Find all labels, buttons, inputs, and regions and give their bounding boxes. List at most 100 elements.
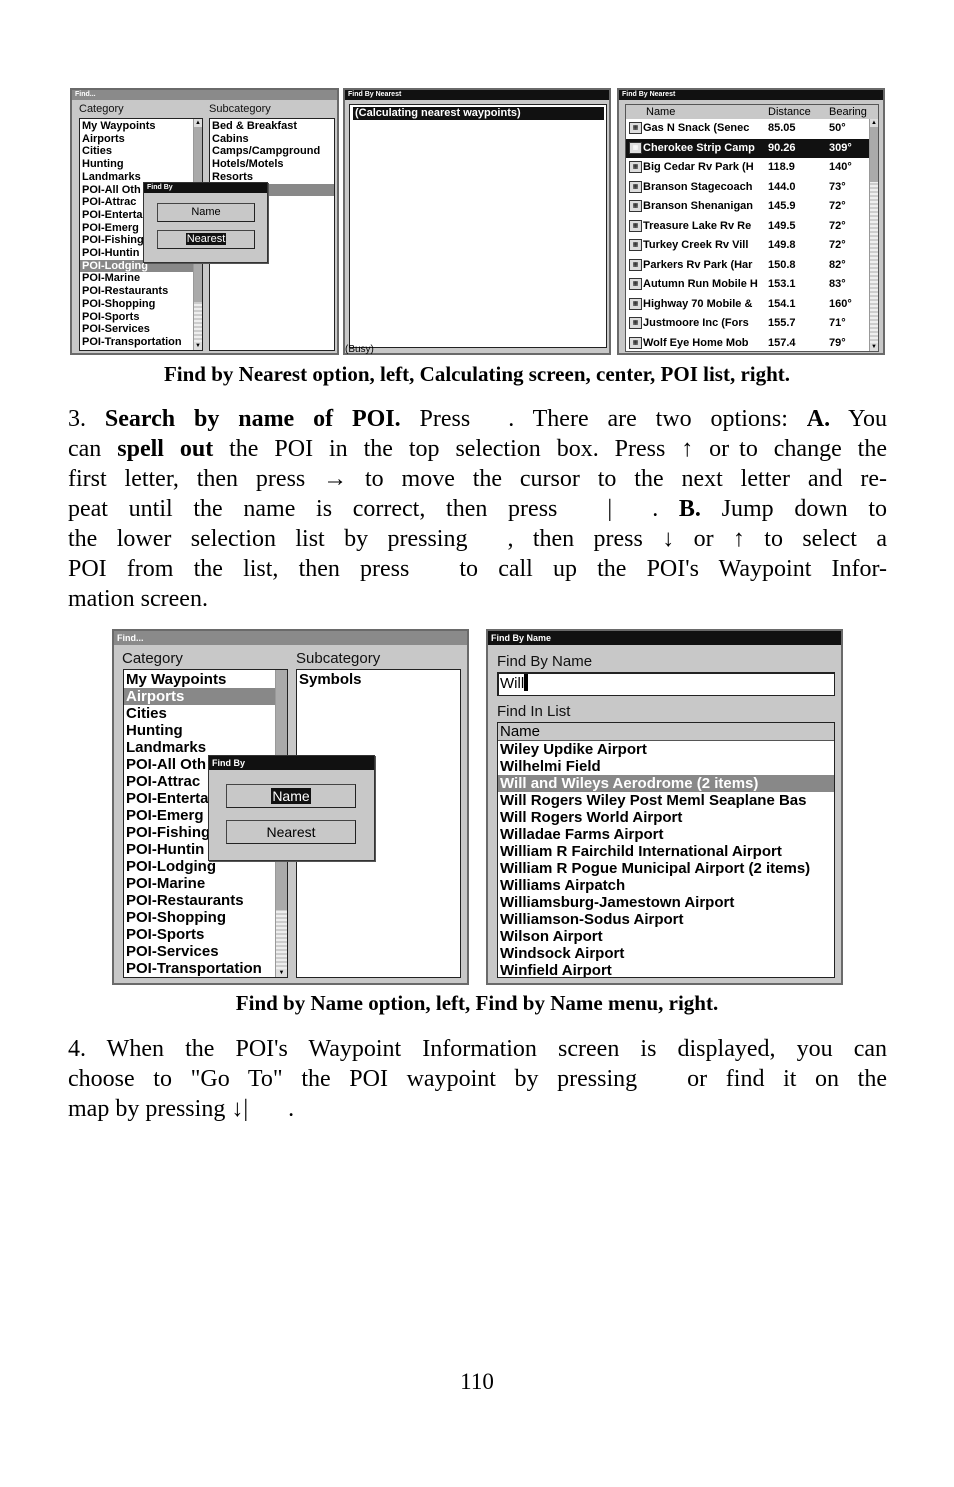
list-item[interactable]: Willadae Farms Airport [498, 826, 834, 843]
table-row[interactable]: ▦ Autumn Run Mobile H 153.1 83° [626, 275, 869, 295]
table-row[interactable]: ▦ Cherokee Strip Camp 90.26 309° [626, 138, 869, 158]
table-header: Name Distance Bearing [626, 105, 878, 119]
list-item[interactable]: Hunting [80, 158, 194, 171]
poi-icon: ▦ [629, 122, 642, 134]
list-item[interactable]: POI-Services [124, 943, 276, 960]
name-list[interactable]: Name Wiley Updike Airport Wilhelmi Field W… [497, 722, 835, 978]
scroll-down-arrow-icon[interactable]: ▼ [870, 343, 878, 351]
category-label: Category [122, 650, 183, 667]
list-item[interactable]: POI-Transportation [80, 336, 194, 349]
list-item[interactable]: Williamson-Sodus Airport [498, 911, 834, 928]
list-item[interactable]: Hotels/Motels [210, 158, 334, 171]
list-item[interactable]: Landmarks [124, 739, 276, 756]
list-item[interactable]: William R Pogue Municipal Airport (2 ite… [498, 860, 834, 877]
poi-bearing: 83° [829, 278, 846, 290]
list-item[interactable]: Wilhelmi Field [498, 758, 834, 775]
name-button[interactable]: Name [226, 784, 356, 808]
list-item[interactable]: Cities [80, 145, 194, 158]
scroll-up-arrow-icon[interactable]: ▲ [194, 119, 202, 127]
table-row[interactable]: ▦ Gas N Snack (Senec 85.05 50° [626, 119, 869, 139]
table-row[interactable]: ▦ Justmoore Inc (Fors 155.7 71° [626, 314, 869, 334]
poi-bearing: 160° [829, 297, 852, 310]
scroll-up-arrow-icon[interactable]: ▲ [870, 119, 878, 127]
scroll-down-arrow-icon[interactable]: ▼ [276, 969, 287, 977]
list-item[interactable]: Hunting [124, 722, 276, 739]
find-by-name-option-screen: Find... Category Subcategory My Waypoint… [112, 629, 469, 985]
table-row[interactable]: ▦ Wolf Eye Home Mob 157.4 79° [626, 334, 869, 352]
list-item[interactable]: POI-Transportation [124, 960, 276, 977]
find-in-list-label: Find In List [497, 703, 571, 720]
title-bar: Find By Name [488, 631, 841, 645]
table-row[interactable]: ▦ Branson Stagecoach 144.0 73° [626, 178, 869, 198]
poi-icon: ▦ [629, 297, 642, 310]
list-item[interactable]: Williamsburg-Jamestown Airport [498, 894, 834, 911]
scroll-down-arrow-icon[interactable]: ▼ [194, 342, 202, 350]
name-input[interactable]: Will [497, 672, 835, 696]
name-input-value: Will [500, 675, 525, 692]
table-row[interactable]: ▦ Parkers Rv Park (Har 150.8 82° [626, 256, 869, 276]
list-item[interactable]: Airports [124, 688, 276, 705]
table-row[interactable]: ▦ Branson Shenanigan 145.9 72° [626, 197, 869, 217]
list-item[interactable]: Wiley Updike Airport [498, 741, 834, 758]
poi-bearing: 72° [829, 239, 846, 251]
figure-caption-1: Find by Nearest option, left, Calculatin… [163, 362, 791, 386]
poi-bearing: 82° [829, 258, 846, 271]
poi-distance: 118.9 [768, 161, 795, 173]
list-item[interactable]: Cities [124, 705, 276, 722]
table-row[interactable]: ▦ Big Cedar Rv Park (H 118.9 140° [626, 158, 869, 178]
poi-name: Parkers Rv Park (Har [643, 258, 753, 271]
list-item[interactable]: POI-Shopping [124, 909, 276, 926]
list-item[interactable]: Cabins [210, 133, 334, 146]
table-row[interactable]: ▦ Treasure Lake Rv Re 149.5 72° [626, 217, 869, 237]
waypoint-list[interactable]: (Calculating nearest waypoints) [349, 104, 607, 348]
list-item[interactable]: Windsock Airport [498, 945, 834, 962]
list-item[interactable]: POI-Sports [124, 926, 276, 943]
title-bar: Find... [72, 90, 337, 100]
name-button[interactable]: Name [157, 203, 255, 222]
list-item[interactable]: Will Rogers World Airport [498, 809, 834, 826]
nearest-button[interactable]: Nearest [226, 820, 356, 844]
text: . [652, 496, 679, 522]
list-item[interactable]: Will Rogers Wiley Post Meml Seaplane Bas [498, 792, 834, 809]
list-item[interactable]: POI-Restaurants [80, 285, 194, 298]
text: the POI in the top selection box. Press … [213, 436, 730, 462]
poi-bearing: 72° [829, 200, 846, 212]
list-item[interactable]: POI-Services [80, 323, 194, 336]
poi-name: Branson Shenanigan [643, 200, 754, 212]
list-item[interactable]: Williams Airpatch [498, 877, 834, 894]
list-item[interactable]: Winfield Airport [498, 962, 834, 977]
poi-name: Gas N Snack (Senec [643, 122, 750, 134]
list-item[interactable]: My Waypoints [80, 120, 194, 133]
list-item[interactable]: Symbols [297, 671, 460, 688]
list-item[interactable]: Airports [80, 133, 194, 146]
manual-page: Find... Category Subcategory My Waypoint… [0, 0, 954, 1487]
list-item[interactable]: Camps/Campground [210, 145, 334, 158]
scrollbar[interactable]: ▲ ▼ [869, 119, 878, 351]
list-item[interactable]: William R Fairchild International Airpor… [498, 843, 834, 860]
list-item[interactable]: Will and Wileys Aerodrome (2 items) [498, 775, 834, 792]
list-item[interactable]: POI-Marine [80, 272, 194, 285]
list-item[interactable]: Wilson Airport [498, 928, 834, 945]
table-row[interactable]: ▦ Turkey Creek Rv Vill 149.8 72° [626, 236, 869, 256]
popup-title: Find By [209, 756, 374, 770]
popup-title: Find By [144, 183, 267, 193]
column-bearing: Bearing [829, 106, 867, 118]
list-item[interactable]: POI-Sports [80, 311, 194, 324]
text: first letter, then press → to move the c… [68, 466, 887, 492]
list-item[interactable]: Bed & Breakfast [210, 120, 334, 133]
list-item[interactable]: POI-Marine [124, 875, 276, 892]
list-item[interactable]: My Waypoints [124, 671, 276, 688]
poi-distance: 153.1 [768, 278, 796, 290]
poi-table[interactable]: Name Distance Bearing ▦ Gas N Snack (Sene… [625, 104, 879, 352]
poi-icon: ▦ [629, 317, 642, 329]
poi-icon: ▦ [629, 180, 642, 193]
table-row[interactable]: ▦ Highway 70 Mobile & 154.1 160° [626, 295, 869, 315]
list-item[interactable]: POI-Shopping [80, 298, 194, 311]
nearest-button[interactable]: Nearest [157, 230, 255, 249]
list-item[interactable]: POI-Restaurants [124, 892, 276, 909]
busy-indicator: (Busy) [345, 344, 374, 355]
title-bar: Find By Nearest [345, 90, 609, 100]
nearest-button-label: Nearest [266, 824, 316, 840]
text: or find it on the [687, 1066, 887, 1092]
text-cursor [524, 674, 529, 691]
